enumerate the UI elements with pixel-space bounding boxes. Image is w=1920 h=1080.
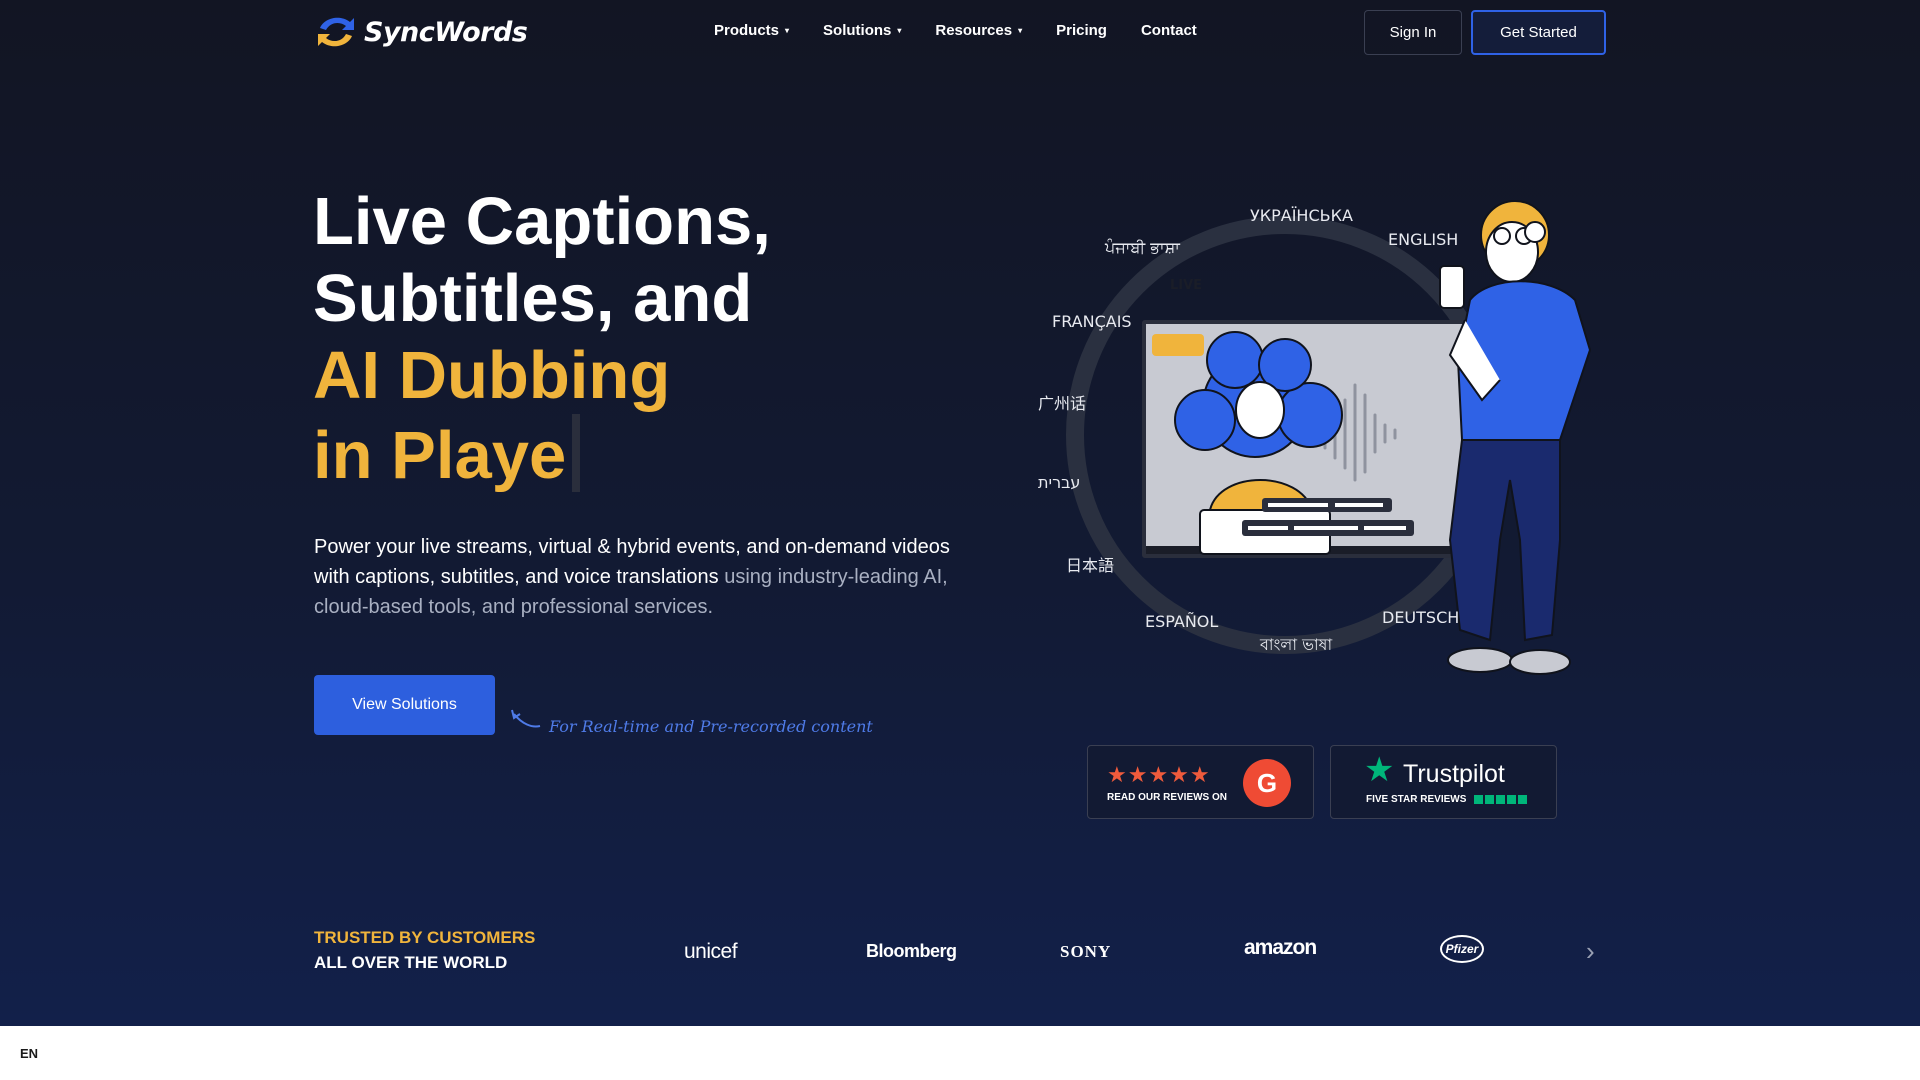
hero-headline: Live Captions, Subtitles, and AI Dubbing… <box>313 183 1013 494</box>
typing-text: in Playe <box>313 418 567 493</box>
menu-item-products[interactable]: Products ▾ <box>714 22 789 39</box>
hero-illustration: LIVE УКРАЇНСЬКА ENGLISH ਪੰਜਾਬੀ ਭਾਸ਼ਾ FRA… <box>1030 180 1610 700</box>
unicef-logo: unicef <box>684 940 738 963</box>
language-label: বাংলা ভাষা <box>1260 635 1333 654</box>
view-solutions-button[interactable]: View Solutions <box>314 675 495 735</box>
headline-line-3: AI Dubbing <box>313 338 671 413</box>
illustration-graphic <box>1066 200 1592 675</box>
customer-logos: unicef Bloomberg SONY amazon Pfizer <box>660 932 1606 972</box>
bloomberg-logo: Bloomberg <box>866 941 957 961</box>
trustpilot-review-badge[interactable]: ★ Trustpilot FIVE STAR REVIEWS <box>1330 745 1557 819</box>
language-label: עברית <box>1038 473 1081 492</box>
trustpilot-rating-icon <box>1474 795 1527 804</box>
live-badge: LIVE <box>1170 278 1203 293</box>
chevron-right-icon[interactable]: › <box>1586 936 1595 967</box>
top-navigation: SyncWords Products ▾ Solutions ▾ Resourc… <box>0 0 1920 66</box>
trustpilot-star-icon: ★ <box>1364 751 1395 789</box>
menu-item-contact[interactable]: Contact <box>1141 22 1197 39</box>
pfizer-logo: Pfizer <box>1440 935 1484 963</box>
trusted-title: TRUSTED BY CUSTOMERS <box>314 928 536 947</box>
amazon-logo: amazon <box>1244 936 1317 959</box>
sign-in-button[interactable]: Sign In <box>1364 10 1462 55</box>
g2-review-badge[interactable]: ★★★★★ READ OUR REVIEWS ON G <box>1087 745 1314 819</box>
typing-cursor <box>572 414 581 492</box>
language-label: 广州话 <box>1038 394 1087 413</box>
headline-line-4: in Playe <box>313 414 1013 494</box>
trustpilot-name: Trustpilot <box>1403 760 1505 788</box>
menu-item-label: Solutions <box>823 22 892 39</box>
menu-item-resources[interactable]: Resources ▾ <box>935 22 1022 39</box>
get-started-button[interactable]: Get Started <box>1471 10 1606 55</box>
star-icon: ★★★★★ <box>1107 762 1211 787</box>
menu-item-label: Resources <box>935 22 1013 39</box>
hero-description: Power your live streams, virtual & hybri… <box>314 532 974 622</box>
g2-logo-icon: G <box>1243 759 1291 807</box>
caret-down-icon: ▾ <box>1018 26 1023 35</box>
language-label: ESPAÑOL <box>1145 612 1219 631</box>
brand-name: SyncWords <box>364 16 528 48</box>
arrow-curved-icon <box>511 709 541 728</box>
hero-section: SyncWords Products ▾ Solutions ▾ Resourc… <box>0 0 1920 1026</box>
g2-caption: READ OUR REVIEWS ON <box>1107 792 1228 803</box>
headline-line-1: Live Captions, <box>313 184 771 259</box>
language-label: ENGLISH <box>1388 230 1459 249</box>
logo[interactable]: SyncWords <box>314 12 528 52</box>
caret-down-icon: ▾ <box>785 26 790 35</box>
logo-icon <box>318 17 354 47</box>
trusted-subtitle: ALL OVER THE WORLD <box>314 953 508 972</box>
menu-item-solutions[interactable]: Solutions ▾ <box>823 22 901 39</box>
language-switcher[interactable]: EN <box>20 1046 38 1061</box>
language-label: ਪੰਜਾਬੀ ਭਾਸ਼ਾ <box>1105 238 1180 257</box>
language-label: FRANÇAIS <box>1052 312 1132 331</box>
trustpilot-caption: FIVE STAR REVIEWS <box>1366 794 1467 805</box>
sony-logo: SONY <box>1060 942 1112 961</box>
language-label: DEUTSCH <box>1382 608 1460 627</box>
menu-item-label: Pricing <box>1056 22 1107 39</box>
main-menu: Products ▾ Solutions ▾ Resources ▾ Prici… <box>714 22 1197 39</box>
cta-hint: For Real-time and Pre-recorded content <box>549 717 873 736</box>
language-label: 日本語 <box>1066 556 1115 575</box>
language-label: УКРАЇНСЬКА <box>1250 206 1353 225</box>
caret-down-icon: ▾ <box>897 26 902 35</box>
menu-item-label: Products <box>714 22 780 39</box>
menu-item-pricing[interactable]: Pricing <box>1056 22 1107 39</box>
menu-item-label: Contact <box>1140 22 1197 39</box>
headline-line-2: Subtitles, and <box>313 261 753 336</box>
